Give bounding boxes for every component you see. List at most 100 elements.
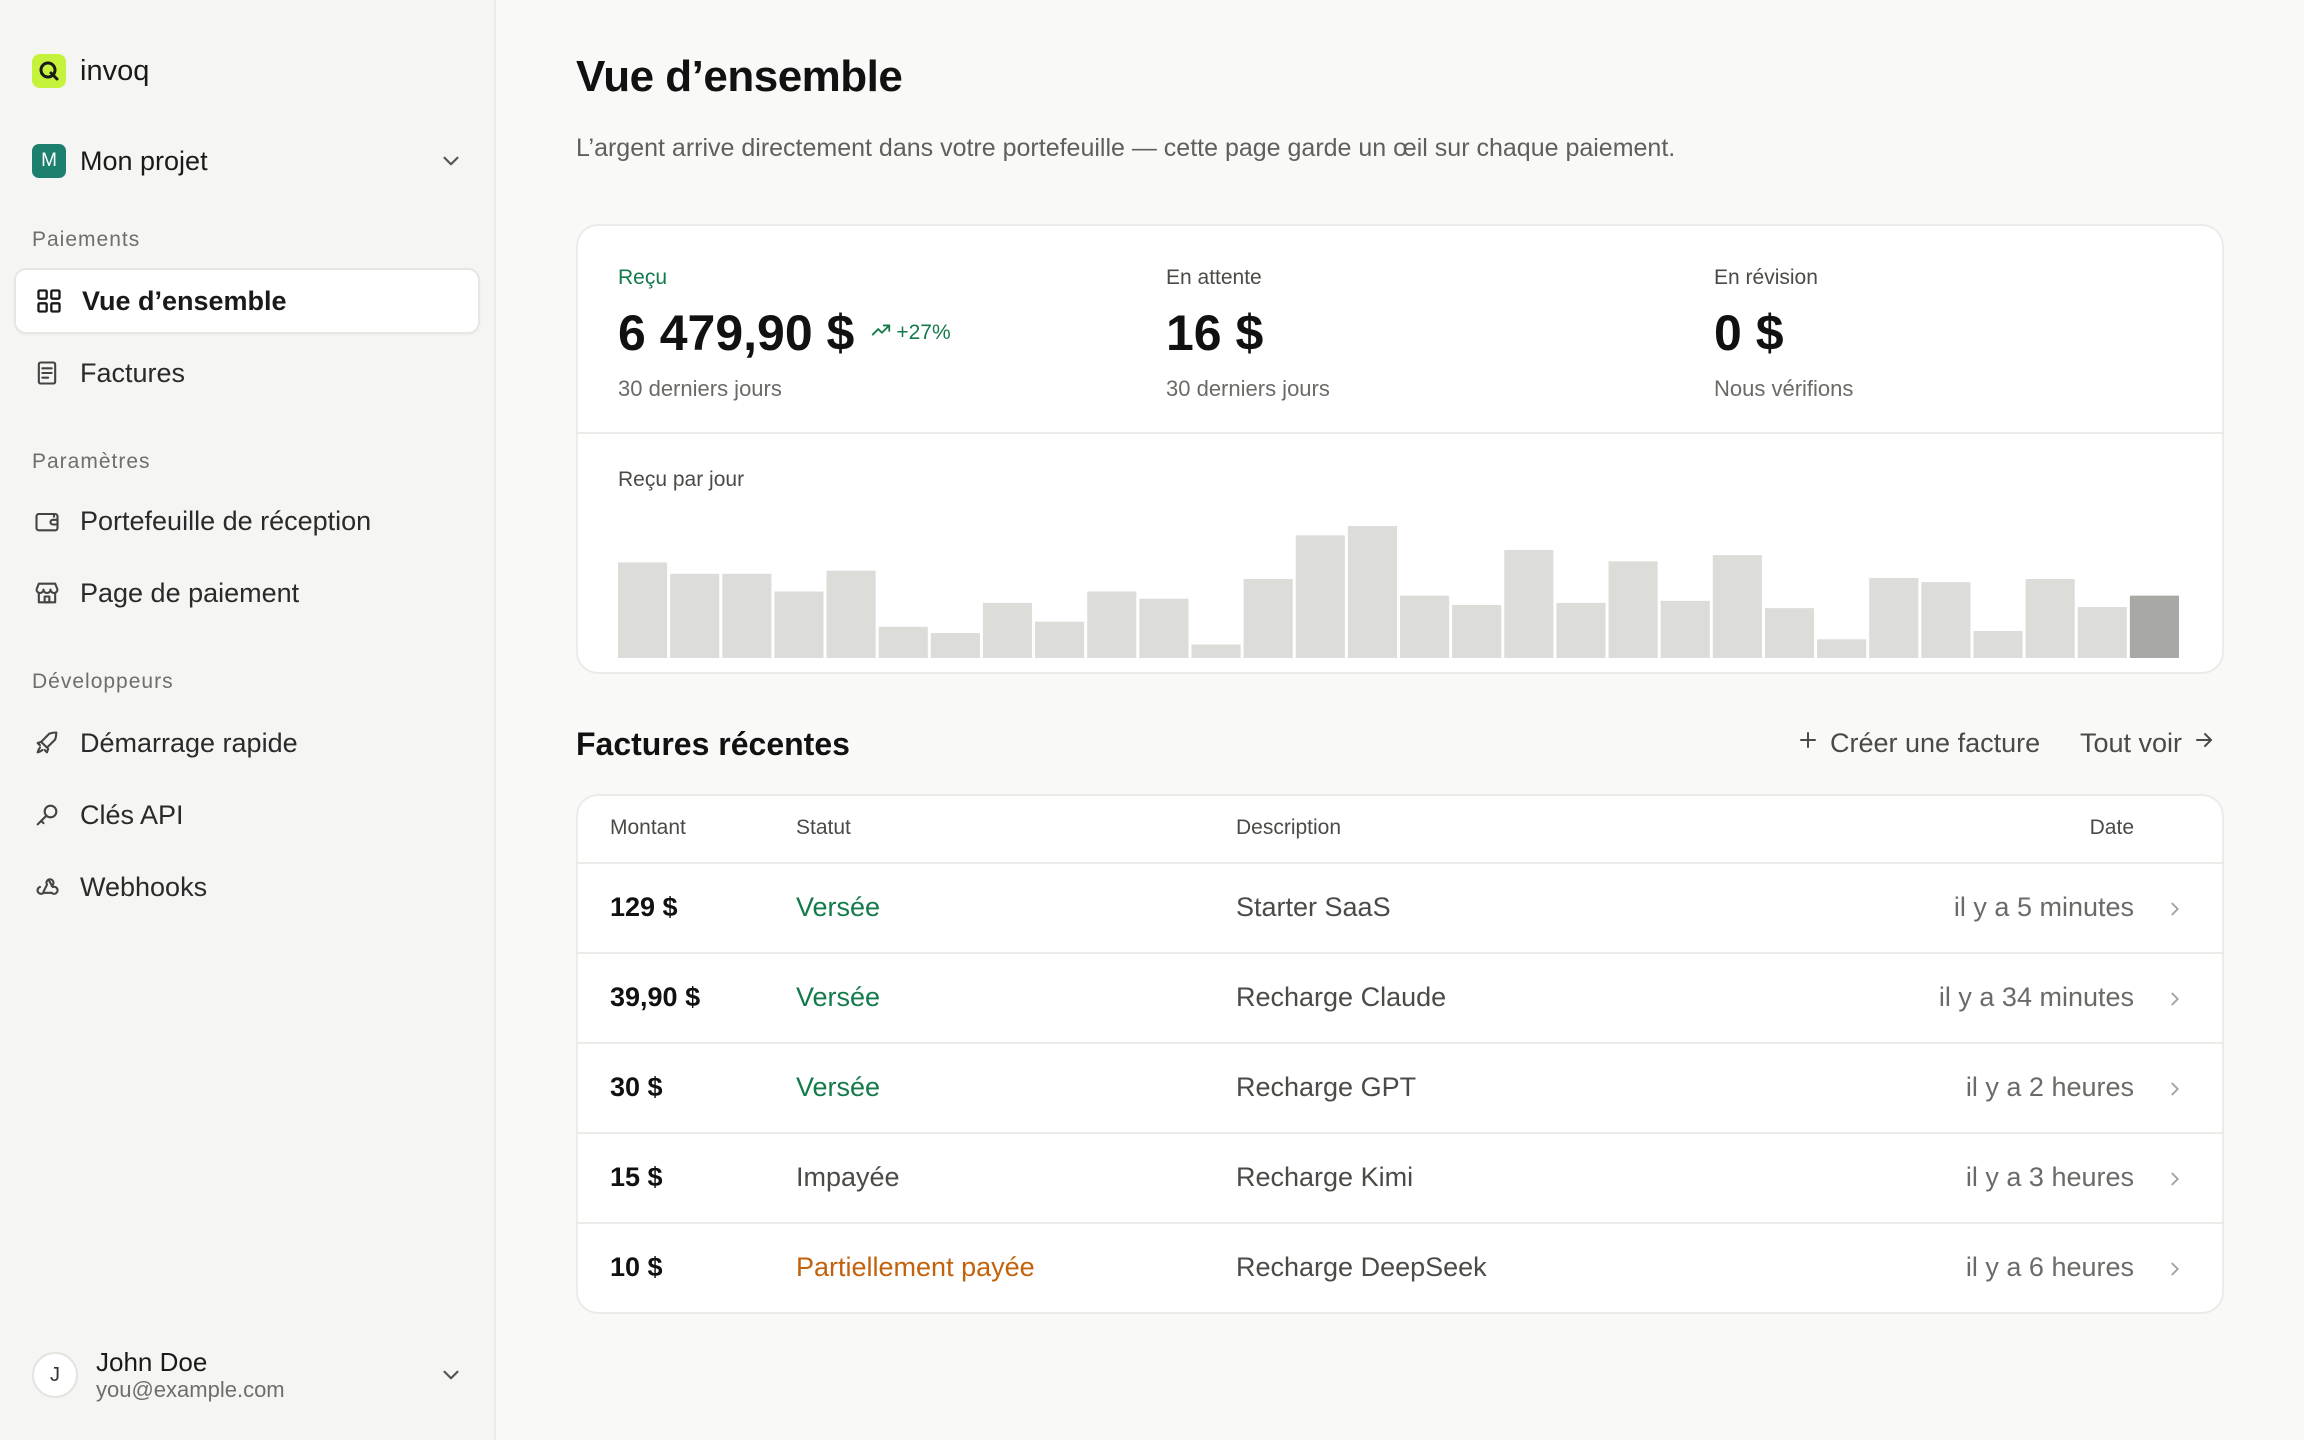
chart-bar[interactable] <box>1869 577 1919 658</box>
stat-value: 16 $ <box>1166 305 1264 361</box>
rocket-icon <box>32 728 62 758</box>
chart-bar[interactable] <box>878 626 928 658</box>
user-email: you@example.com <box>96 1377 285 1402</box>
stat-review: En révision 0 $ Nous vérifions <box>1714 266 1853 402</box>
chart-bar[interactable] <box>1295 535 1345 658</box>
chart-bar[interactable] <box>1660 600 1710 658</box>
page-subtitle: L’argent arrive directement dans votre p… <box>576 134 1676 162</box>
column-header-amount[interactable]: Montant <box>610 816 686 840</box>
chart-bar[interactable] <box>618 562 668 658</box>
chart-bar[interactable] <box>722 573 772 658</box>
trend-badge: +27% <box>870 319 951 347</box>
chart-bar[interactable] <box>2077 607 2127 658</box>
chart-bar[interactable] <box>1191 644 1241 658</box>
sidebar-item-invoices[interactable]: Factures <box>14 340 480 406</box>
sidebar-item-webhooks[interactable]: Webhooks <box>14 854 480 920</box>
chart-bar[interactable] <box>670 573 720 658</box>
receipt-icon <box>32 358 62 388</box>
user-menu[interactable]: J John Doe you@example.com <box>32 1347 464 1402</box>
chart-bar[interactable] <box>1817 639 1867 658</box>
daily-received-chart <box>618 526 2179 658</box>
sidebar-item-label: Webhooks <box>80 871 208 902</box>
key-icon <box>32 800 62 830</box>
chart-bar[interactable] <box>1921 582 1971 658</box>
sidebar-item-label: Clés API <box>80 799 184 830</box>
column-header-description[interactable]: Description <box>1236 816 1341 840</box>
column-header-status[interactable]: Statut <box>796 816 851 840</box>
sidebar-item-label: Page de paiement <box>80 577 300 608</box>
chart-bar[interactable] <box>774 591 824 658</box>
table-row[interactable]: 15 $ Impayée Recharge Kimi il y a 3 heur… <box>578 1134 2222 1224</box>
table-row[interactable]: 129 $ Versée Starter SaaS il y a 5 minut… <box>578 864 2222 954</box>
chart-bar[interactable] <box>1139 598 1189 658</box>
invoice-amount: 39,90 $ <box>610 982 701 1012</box>
project-name: Mon projet <box>80 145 208 176</box>
chart-bar[interactable] <box>1608 561 1658 658</box>
project-switcher[interactable]: M Mon projet <box>32 144 464 178</box>
sidebar-item-api-keys[interactable]: Clés API <box>14 782 480 848</box>
stat-pending: En attente 16 $ 30 derniers jours <box>1166 266 1330 402</box>
chart-bar[interactable] <box>826 570 876 658</box>
invoice-date: il y a 6 heures <box>1965 1252 2134 1282</box>
chevron-right-icon <box>2164 988 2186 1015</box>
chart-bar[interactable] <box>1504 549 1554 658</box>
invoice-date: il y a 34 minutes <box>1938 982 2134 1012</box>
chart-bar[interactable] <box>930 633 980 658</box>
invoice-date: il y a 5 minutes <box>1953 892 2134 922</box>
user-name: John Doe <box>96 1347 208 1377</box>
stat-received: Reçu 6 479,90 $ +27% 30 derniers jours <box>618 266 951 402</box>
wallet-icon <box>32 506 62 536</box>
chart-bar[interactable] <box>1400 595 1450 658</box>
store-icon <box>32 578 62 608</box>
chart-bar[interactable] <box>982 602 1033 658</box>
brand-name: invoq <box>80 54 150 87</box>
chevron-right-icon <box>2164 1078 2186 1105</box>
section-label-settings: Paramètres <box>32 450 151 473</box>
sidebar-item-overview[interactable]: Vue d’ensemble <box>14 268 480 334</box>
chevron-right-icon <box>2164 898 2186 925</box>
chart-title: Reçu par jour <box>618 468 745 491</box>
chart-bar[interactable] <box>1243 579 1293 658</box>
sidebar-item-payment-page[interactable]: Page de paiement <box>14 560 480 626</box>
stat-period: Nous vérifions <box>1714 376 1854 401</box>
chart-bar[interactable] <box>1452 604 1502 658</box>
chart-bar[interactable] <box>1035 621 1085 658</box>
invoices-table: Montant Statut Description Date 129 $ Ve… <box>576 794 2224 1314</box>
chart-bar[interactable] <box>2025 579 2075 658</box>
column-header-date[interactable]: Date <box>2090 816 2134 840</box>
avatar: J <box>32 1352 78 1398</box>
recent-invoices-title: Factures récentes <box>576 726 850 762</box>
stat-label: Reçu <box>618 266 668 289</box>
invoq-logo-icon <box>32 54 66 88</box>
stat-period: 30 derniers jours <box>618 376 782 401</box>
chart-bar[interactable] <box>1712 555 1762 658</box>
brand[interactable]: invoq <box>32 54 149 88</box>
invoice-amount: 10 $ <box>610 1252 663 1282</box>
chart-bar[interactable] <box>1347 526 1397 658</box>
sidebar: invoq M Mon projet Paiements Vue d’ensem… <box>0 0 496 1440</box>
status-badge: Partiellement payée <box>796 1252 1035 1282</box>
stat-period: 30 derniers jours <box>1166 376 1330 401</box>
section-label-developers: Développeurs <box>32 670 174 693</box>
invoice-date: il y a 2 heures <box>1965 1072 2134 1102</box>
see-all-label: Tout voir <box>2080 728 2183 758</box>
grid-icon <box>34 286 64 316</box>
chart-bar[interactable] <box>1973 630 2023 658</box>
sidebar-item-quickstart[interactable]: Démarrage rapide <box>14 710 480 776</box>
status-badge: Versée <box>796 982 881 1012</box>
chevron-right-icon <box>2164 1258 2186 1285</box>
invoice-description: Recharge Kimi <box>1236 1162 1414 1192</box>
chart-bar[interactable] <box>1764 608 1815 658</box>
see-all-link[interactable]: Tout voir <box>2080 728 2216 759</box>
table-row[interactable]: 10 $ Partiellement payée Recharge DeepSe… <box>578 1224 2222 1312</box>
sidebar-item-wallet[interactable]: Portefeuille de réception <box>14 488 480 554</box>
invoice-description: Recharge GPT <box>1236 1072 1417 1102</box>
table-row[interactable]: 30 $ Versée Recharge GPT il y a 2 heures <box>578 1044 2222 1134</box>
table-row[interactable]: 39,90 $ Versée Recharge Claude il y a 34… <box>578 954 2222 1044</box>
chart-bar[interactable] <box>2129 595 2179 658</box>
chart-bar[interactable] <box>1087 591 1137 658</box>
create-invoice-button[interactable]: Créer une facture <box>1796 728 2040 759</box>
chart-bar[interactable] <box>1556 602 1606 658</box>
sidebar-item-label: Vue d’ensemble <box>82 285 287 316</box>
plus-icon <box>1796 728 1820 759</box>
